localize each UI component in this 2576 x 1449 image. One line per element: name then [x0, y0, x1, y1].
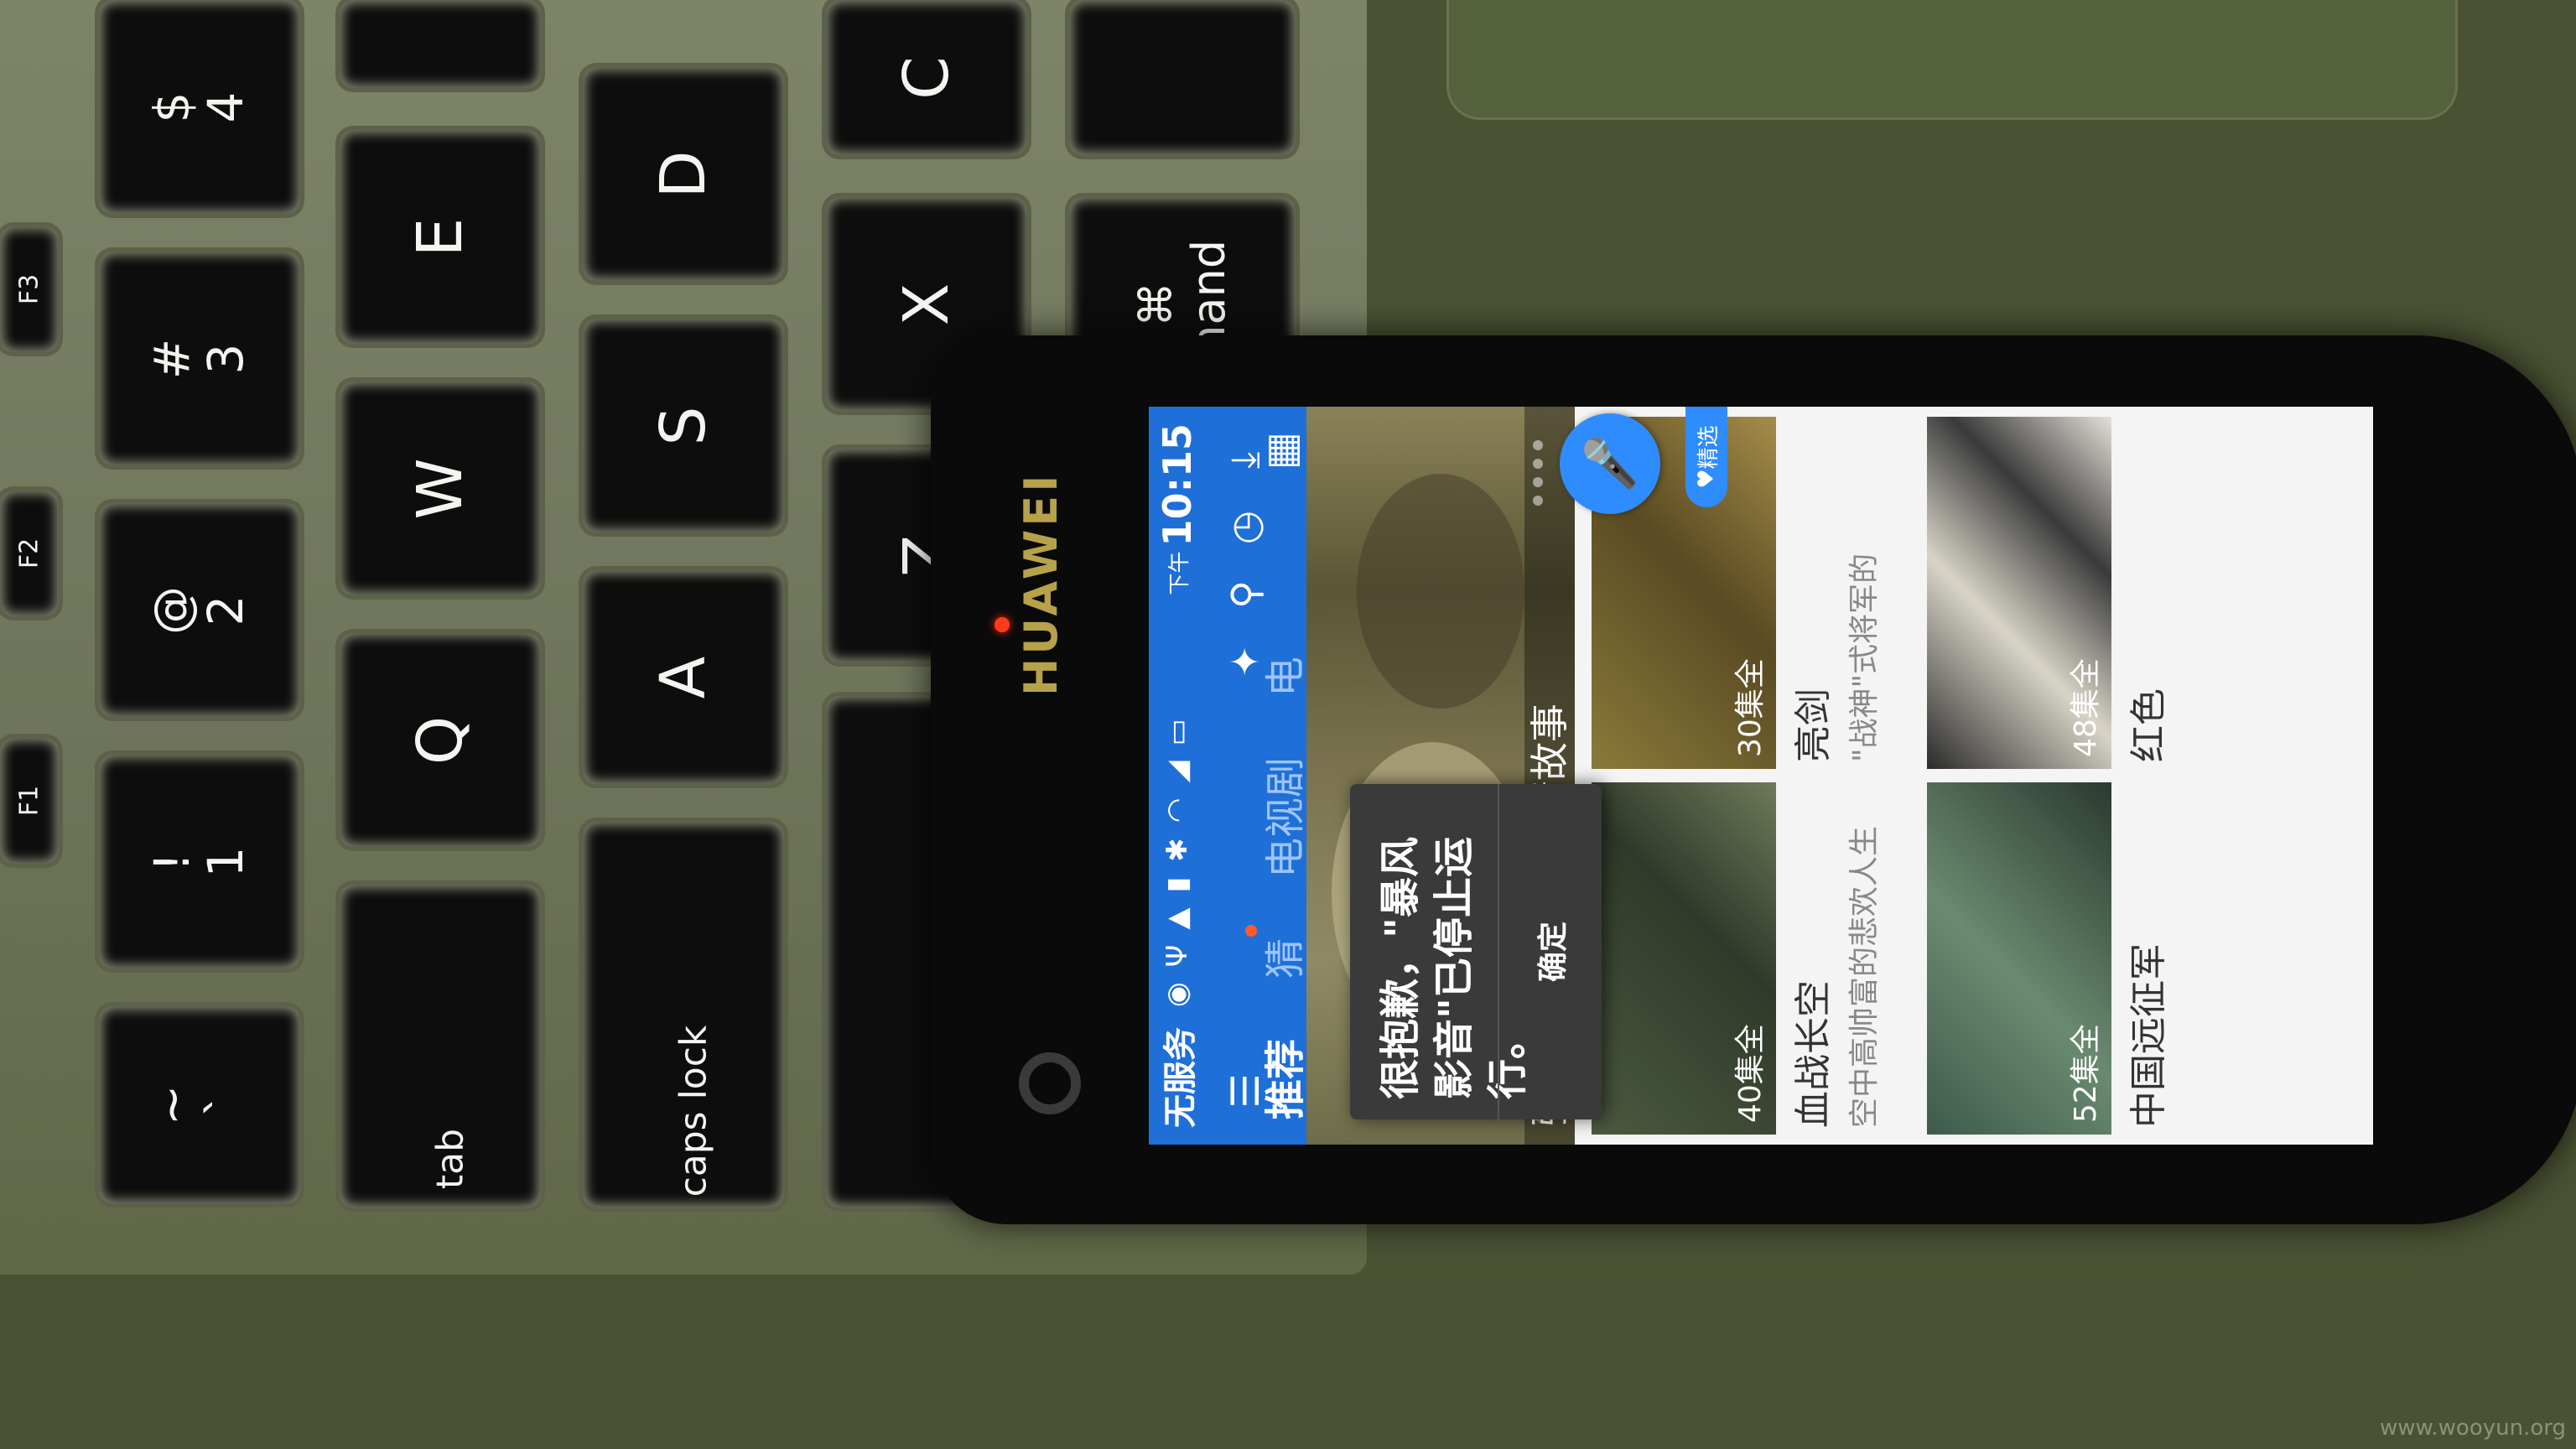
carrier-logo-icon	[1019, 1052, 1081, 1114]
signal-icon: ◢	[1161, 761, 1194, 783]
microphone-icon: 🎤	[1583, 434, 1638, 493]
wifi-icon: ◠	[1161, 797, 1194, 823]
episode-count: 52集全	[2069, 1024, 2103, 1123]
tab-tv-series[interactable]: 电视剧	[1252, 757, 1311, 878]
phone-led	[995, 617, 1010, 632]
phone-status-bar: 无服务 ◉ Ψ ▲ ▮ ✱ ◠ ◢ ▭ 下午 10:15	[1149, 407, 1206, 1145]
watermark: www.wooyun.org	[2379, 1415, 2566, 1441]
episode-count: 48集全	[2069, 658, 2103, 757]
key-a: A	[583, 570, 784, 784]
video-desc: 空中高帅富的悲欢人生	[1847, 825, 1882, 1128]
video-title: 亮剑	[1792, 688, 1835, 762]
notification-icon: ◉	[1161, 982, 1194, 1007]
category-tabs: 推荐 猜 电视剧 电 ▦	[1245, 407, 1309, 1145]
key-option-partial	[1069, 0, 1296, 155]
phone-brand-label: HUAWEI	[1015, 471, 1067, 696]
featured-pick-badge[interactable]: ♥ 精选	[1685, 407, 1727, 507]
video-title: 红色	[2127, 688, 2170, 762]
warning-icon: ▲	[1161, 907, 1194, 930]
key-1: ! 1	[99, 755, 300, 969]
tab-recommend[interactable]: 推荐	[1252, 1039, 1311, 1119]
banner-page-dots	[1533, 440, 1543, 506]
key-4: $ 4	[99, 0, 300, 214]
video-grid: 40集全 血战长空 空中高帅富的悲欢人生 30集全 亮剑 "战神"式将军的 52…	[1575, 407, 2373, 1145]
key-3: # 3	[99, 252, 300, 465]
usb-icon: Ψ	[1161, 944, 1194, 968]
episode-count: 40集全	[1733, 1024, 1768, 1123]
key-d: D	[583, 67, 784, 281]
video-desc: "战神"式将军的	[1847, 553, 1882, 762]
dialog-ok-button[interactable]: 确定	[1499, 784, 1602, 1119]
key-c: C	[826, 0, 1027, 155]
key-f1: F1	[0, 738, 59, 864]
phone-screen-content: 无服务 ◉ Ψ ▲ ▮ ✱ ◠ ◢ ▭ 下午 10:15 ☰ ✦ ⚲ ◷ ⤓ 推…	[1149, 407, 2373, 1145]
tab-guess-label: 猜	[1262, 937, 1309, 979]
video-title: 血战长空	[1792, 980, 1835, 1128]
key-e: E	[340, 130, 541, 344]
app-crash-dialog: 很抱歉，"暴风影音"已停止运行。 确定	[1350, 784, 1602, 1119]
episode-count: 30集全	[1733, 658, 1768, 757]
key-w: W	[340, 382, 541, 595]
status-ampm: 下午	[1166, 551, 1192, 595]
video-thumbnail: 52集全	[1927, 782, 2111, 1135]
key-top-left-partial	[340, 0, 541, 88]
heart-icon: ♥	[1694, 469, 1719, 489]
key-tilde: ~ `	[99, 1006, 300, 1203]
status-icons: ◉ Ψ ▲ ▮ ✱ ◠ ◢ ▭	[1161, 595, 1194, 1007]
video-card[interactable]: 52集全 中国远征军	[1927, 782, 2172, 1135]
tab-movie[interactable]: 电	[1252, 657, 1311, 697]
key-2: @ 2	[99, 503, 300, 717]
video-title: 中国远征军	[2127, 943, 2170, 1128]
key-f2: F2	[0, 491, 59, 616]
service-status: 无服务	[1161, 1027, 1200, 1128]
grid-menu-icon[interactable]: ▦	[1258, 432, 1305, 470]
video-thumbnail: 40集全	[1592, 782, 1776, 1135]
key-f3: F3	[0, 226, 59, 352]
tab-guess[interactable]: 猜	[1245, 924, 1311, 979]
key-caps-lock: caps lock	[583, 822, 784, 1208]
status-time: 10:15	[1155, 423, 1200, 547]
video-card[interactable]: 40集全 血战长空 空中高帅富的悲欢人生	[1592, 782, 1883, 1135]
bluetooth-icon: ✱	[1161, 838, 1194, 862]
laptop-trackpad	[1446, 0, 2458, 120]
battery-icon: ▭	[1161, 719, 1194, 746]
sim-icon: ▮	[1161, 876, 1194, 893]
new-dot	[1245, 924, 1257, 937]
key-tab: tab	[340, 885, 541, 1208]
photo-scene: F2 F3 F1 $ 4 # 3 @ 2 ! 1 ~ ` E W Q tab D…	[0, 0, 2576, 1449]
video-card[interactable]: 48集全 红色	[1927, 417, 2172, 769]
video-thumbnail: 48集全	[1927, 417, 2111, 769]
key-q: Q	[340, 633, 541, 847]
key-s: S	[583, 319, 784, 532]
phone-screen: 无服务 ◉ Ψ ▲ ▮ ✱ ◠ ◢ ▭ 下午 10:15 ☰ ✦ ⚲ ◷ ⤓ 推…	[1149, 407, 2373, 1145]
voice-search-button[interactable]: 🎤	[1560, 413, 1660, 514]
